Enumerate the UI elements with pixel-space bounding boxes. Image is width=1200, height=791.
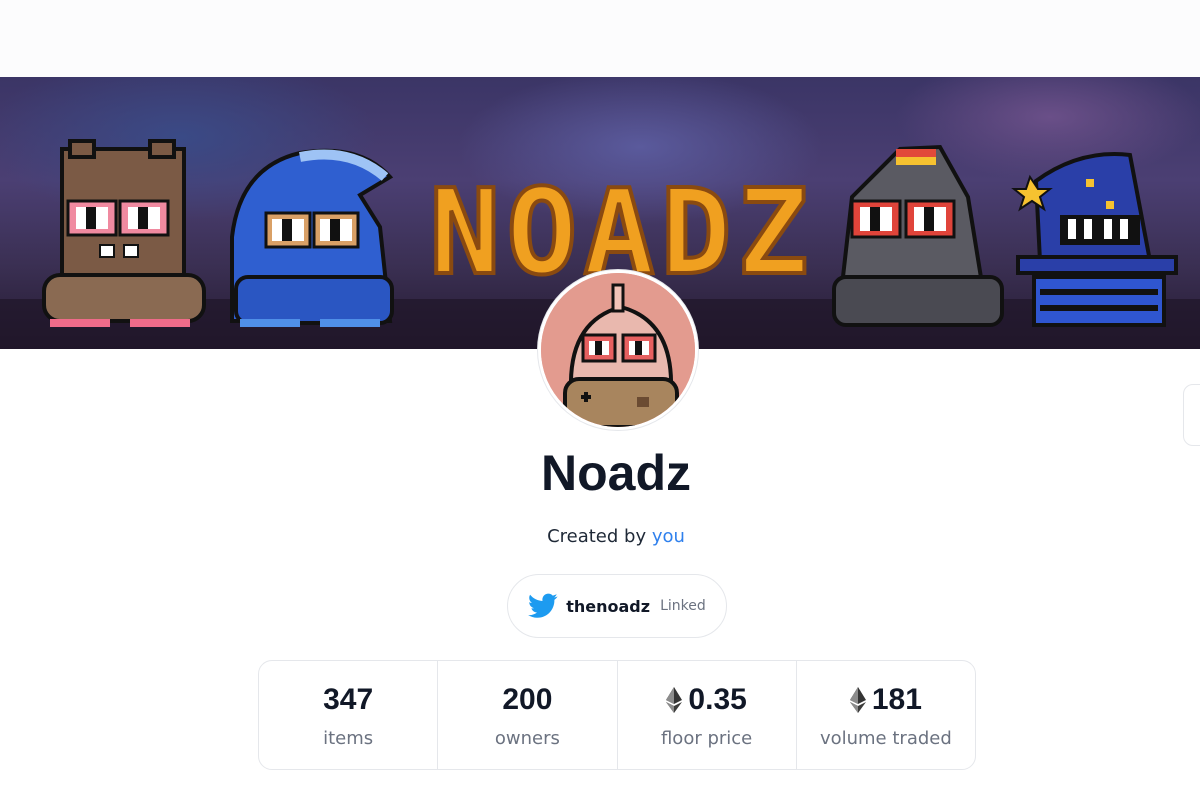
- ethereum-icon: [849, 686, 866, 713]
- stat-volume-traded-value: 181: [871, 682, 922, 716]
- stat-label: owners: [494, 727, 560, 749]
- avatar-noad-art: [541, 273, 695, 427]
- creator-link[interactable]: you: [652, 526, 685, 547]
- stat-value: 347: [323, 682, 373, 718]
- collection-avatar: [538, 270, 698, 430]
- stat-value: 181: [849, 682, 922, 718]
- stat-owners-value: 200: [502, 682, 553, 716]
- collection-stats: 347 items 200 owners 0.35 floor price 18…: [258, 660, 976, 770]
- stat-label: items: [323, 727, 374, 749]
- rock-character-art: [832, 144, 1004, 327]
- twitter-handle: thenoadz: [566, 596, 651, 616]
- twitter-bird-icon: [528, 593, 558, 618]
- created-by-line: Created by you: [0, 526, 1200, 547]
- side-panel-handle[interactable]: [1183, 384, 1200, 446]
- created-by-label: Created by: [547, 526, 647, 547]
- stat-floor-price[interactable]: 0.35 floor price: [618, 661, 797, 769]
- stat-label: floor price: [660, 727, 753, 749]
- stat-owners[interactable]: 200 owners: [438, 661, 618, 769]
- stat-volume-traded[interactable]: 181 volume traded: [797, 661, 975, 769]
- twitter-linked-badge[interactable]: thenoadz Linked: [507, 574, 727, 638]
- stat-items-value: 347: [323, 682, 374, 716]
- bear-character-art: [42, 139, 206, 327]
- twitter-linked-status: Linked: [660, 598, 706, 614]
- stat-label: volume traded: [819, 727, 952, 749]
- wizard-character-art: [1011, 152, 1178, 327]
- ethereum-icon: [666, 686, 683, 713]
- collection-title: Noadz: [541, 445, 691, 501]
- blue-ghost-character-art: [230, 148, 394, 327]
- stat-value: 200: [502, 682, 552, 718]
- top-navigation-bar: [0, 0, 1200, 77]
- stat-value: 0.35: [666, 682, 747, 718]
- stat-floor-price-value: 0.35: [688, 682, 747, 716]
- stat-items[interactable]: 347 items: [259, 661, 439, 769]
